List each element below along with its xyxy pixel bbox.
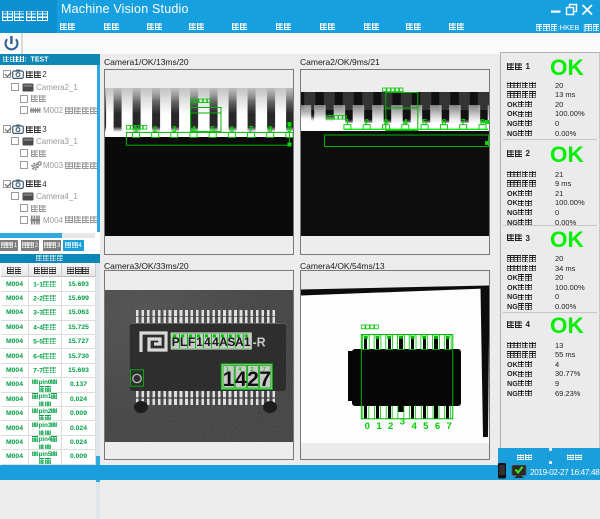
svg-text:6: 6 (435, 421, 440, 432)
svg-text:1: 1 (345, 117, 350, 127)
svg-text:5: 5 (422, 117, 427, 127)
svg-text:7: 7 (447, 421, 452, 432)
svg-text:7: 7 (461, 117, 466, 127)
svg-text:7: 7 (263, 367, 266, 373)
svg-text:6: 6 (442, 117, 447, 127)
svg-text:4: 4 (403, 117, 408, 127)
svg-text:3: 3 (400, 417, 405, 428)
svg-text:1: 1 (226, 367, 229, 373)
svg-text:3: 3 (384, 117, 389, 127)
svg-text:2: 2 (388, 421, 393, 432)
svg-text:-R: -R (253, 336, 266, 350)
svg-text:4: 4 (411, 421, 417, 432)
svg-text:5: 5 (423, 421, 429, 432)
svg-text:8: 8 (480, 117, 485, 127)
svg-text:2: 2 (364, 117, 369, 127)
svg-text:0: 0 (365, 421, 370, 432)
svg-text:2: 2 (250, 367, 253, 373)
svg-text:1: 1 (376, 421, 382, 432)
